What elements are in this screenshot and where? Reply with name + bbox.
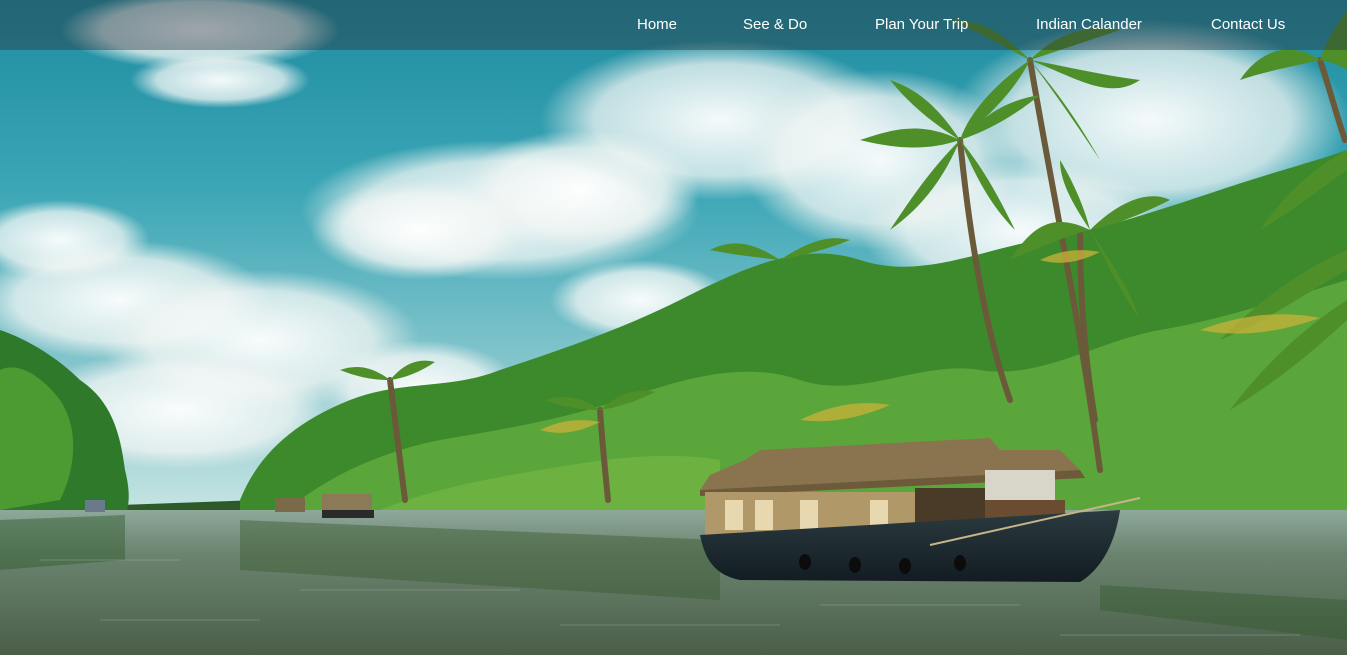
hero-section: Home See & Do Plan Your Trip Indian Cala… [0,0,1347,655]
hero-background-image [0,0,1347,655]
nav-link-contact-us[interactable]: Contact Us [1211,16,1285,33]
nav-link-plan-your-trip[interactable]: Plan Your Trip [875,16,968,33]
nav-item-see-and-do: See & Do [743,0,807,50]
nav-link-see-and-do[interactable]: See & Do [743,16,807,33]
nav-link-indian-calander[interactable]: Indian Calander [1036,16,1142,33]
nav-item-indian-calander: Indian Calander [1036,0,1142,50]
nav-item-contact-us: Contact Us [1211,0,1285,50]
nav-item-home: Home [637,0,677,50]
nav-link-home[interactable]: Home [637,16,677,33]
top-navbar: Home See & Do Plan Your Trip Indian Cala… [0,0,1347,50]
nav-item-plan-your-trip: Plan Your Trip [875,0,968,50]
